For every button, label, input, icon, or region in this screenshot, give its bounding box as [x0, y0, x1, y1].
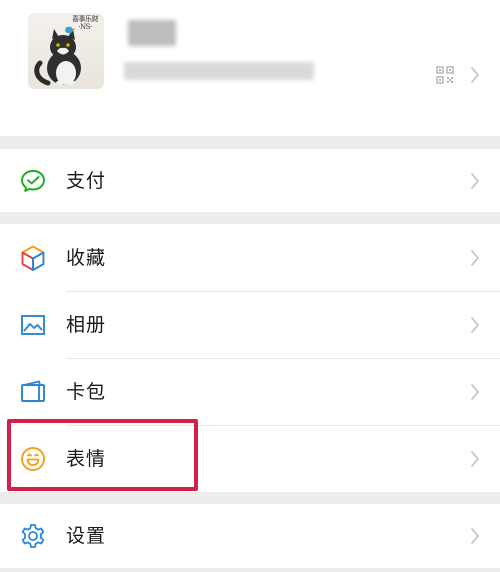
wechat-pay-icon — [21, 169, 45, 192]
menu-item-cards[interactable]: 卡包 — [0, 358, 500, 425]
profile-name-redacted — [128, 20, 176, 46]
cube-icon — [21, 245, 45, 271]
profile-card[interactable]: 喜事乐财 ·NS· — [0, 0, 500, 136]
menu-item-pay-label: 支付 — [66, 169, 107, 192]
menu-item-favorites[interactable]: 收藏 — [0, 224, 500, 291]
chevron-right-icon — [471, 383, 479, 400]
chevron-right-icon — [471, 172, 479, 189]
avatar-caption: 喜事乐财 ·NS· — [72, 15, 99, 31]
avatar[interactable]: 喜事乐财 ·NS· — [28, 13, 104, 89]
menu-item-cards-label: 卡包 — [66, 380, 107, 403]
chevron-right-icon — [471, 67, 479, 83]
picture-icon — [21, 314, 45, 335]
menu-item-album[interactable]: 相册 — [0, 291, 500, 358]
menu-item-album-label: 相册 — [66, 313, 107, 336]
wallet-icon — [21, 380, 45, 402]
menu-item-settings[interactable]: 设置 — [0, 504, 500, 568]
menu-item-pay[interactable]: 支付 — [0, 149, 500, 212]
menu-item-settings-label: 设置 — [66, 525, 107, 547]
profile-id-redacted — [124, 62, 314, 80]
pay-section: 支付 — [0, 149, 500, 212]
chevron-right-icon — [471, 528, 479, 544]
qr-code-icon[interactable] — [436, 66, 454, 84]
chevron-right-icon — [471, 249, 479, 266]
chevron-right-icon — [471, 450, 479, 467]
highlight-box — [7, 419, 198, 491]
chevron-right-icon — [471, 316, 479, 333]
gear-icon — [21, 524, 45, 548]
settings-section: 设置 — [0, 504, 500, 568]
menu-item-favorites-label: 收藏 — [66, 246, 107, 269]
